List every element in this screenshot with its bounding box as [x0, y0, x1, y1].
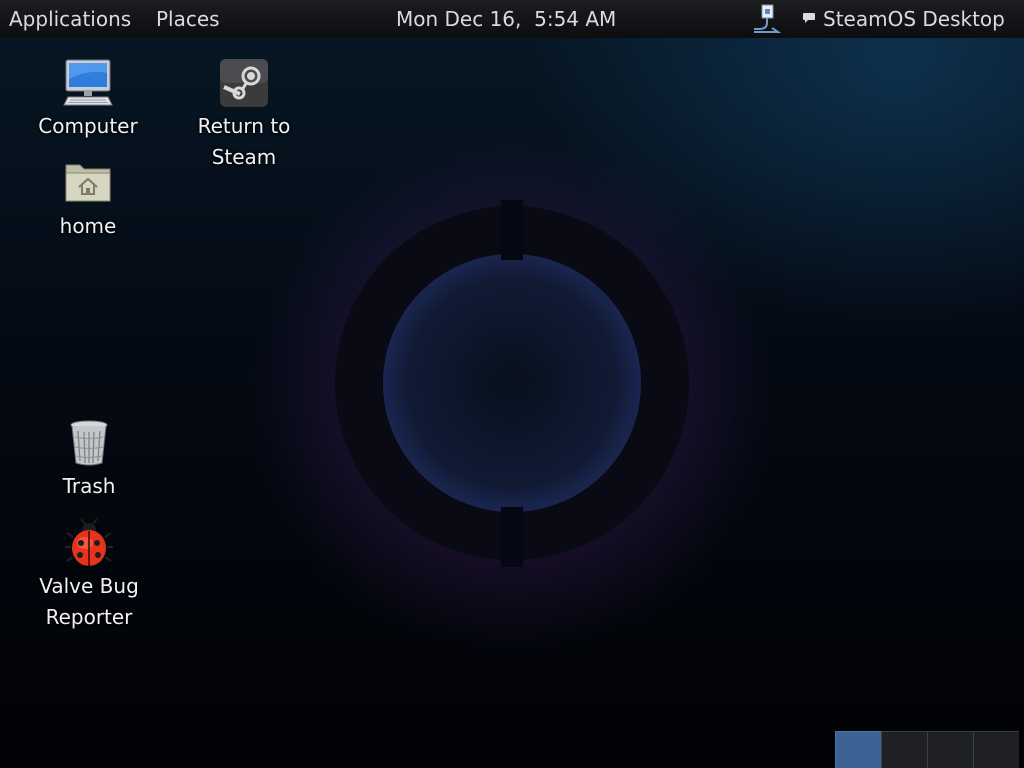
- clock[interactable]: Mon Dec 16, 5:54 AM: [396, 7, 616, 31]
- workspace-4[interactable]: [973, 731, 1019, 768]
- workspace-switcher: [835, 731, 1024, 768]
- clock-date: Mon Dec 16,: [396, 7, 522, 31]
- computer-icon: [63, 59, 113, 106]
- label-line-2: Reporter: [45, 605, 133, 629]
- ladybug-icon: [65, 518, 113, 566]
- network-tray-icon[interactable]: [750, 3, 782, 35]
- top-panel: Applications Places Mon Dec 16, 5:54 AM …: [0, 0, 1024, 38]
- home-folder-icon: [65, 164, 111, 202]
- desktop-screen: Applications Places Mon Dec 16, 5:54 AM …: [0, 0, 1024, 768]
- chat-bubble-icon: [803, 13, 815, 23]
- label-line-1: Return to: [197, 114, 291, 138]
- clock-time: 5:54 AM: [534, 7, 617, 31]
- places-menu[interactable]: Places: [156, 7, 220, 31]
- desktop-item-label: home: [59, 214, 117, 238]
- workspace-1[interactable]: [835, 731, 881, 768]
- desktop-item-valve-bug-reporter[interactable]: Valve Bug Reporter: [24, 517, 154, 633]
- steamos-logo: [335, 200, 689, 567]
- steam-icon: [220, 59, 268, 107]
- desktop-item-label: Return to Steam: [179, 111, 309, 173]
- desktop-item-label: Computer: [38, 114, 138, 138]
- desktop-item-label: Valve Bug Reporter: [24, 571, 154, 633]
- applications-menu[interactable]: Applications: [9, 7, 131, 31]
- desktop-item-trash[interactable]: Trash: [24, 417, 154, 502]
- desktop-item-label: Trash: [62, 474, 116, 498]
- workspace-3[interactable]: [927, 731, 973, 768]
- workspace-2[interactable]: [881, 731, 927, 768]
- desktop-item-home[interactable]: home: [23, 157, 153, 242]
- label-line-2: Steam: [211, 145, 277, 169]
- desktop-item-return-to-steam[interactable]: Return to Steam: [179, 57, 309, 173]
- label-line-1: Valve Bug: [39, 574, 139, 598]
- trash-icon: [70, 420, 108, 466]
- session-menu[interactable]: SteamOS Desktop: [823, 7, 1005, 31]
- desktop-item-computer[interactable]: Computer: [23, 57, 153, 142]
